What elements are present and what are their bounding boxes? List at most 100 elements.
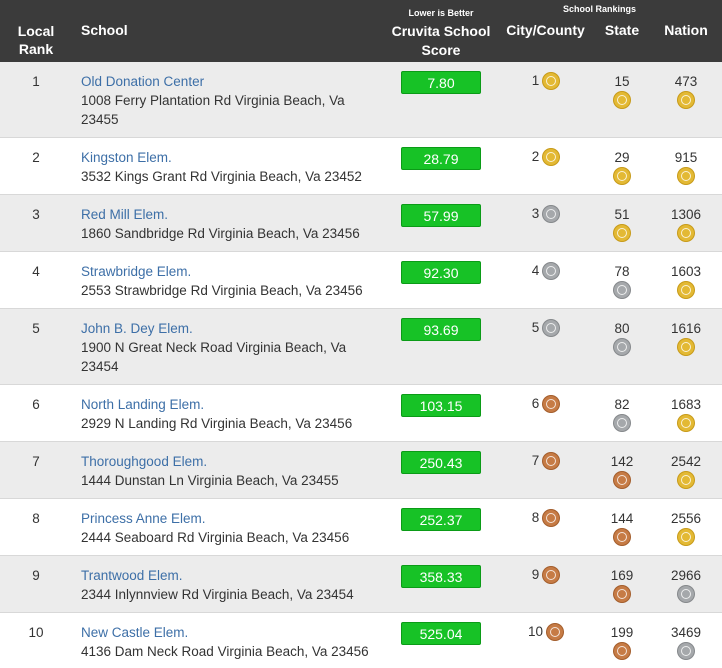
header-school: School [81, 22, 128, 38]
school-name-link[interactable]: North Landing Elem. [81, 395, 385, 414]
school-cell: Old Donation Center 1008 Ferry Plantation… [72, 62, 385, 138]
nation-rank: 2542 [670, 454, 702, 469]
local-rank: 9 [32, 568, 40, 583]
gold-medal-icon [678, 529, 694, 546]
nation-rank-cell: 3469 [650, 613, 722, 668]
school-cell: Trantwood Elem. 2344 Inlynnview Rd Virgin… [72, 556, 385, 613]
gold-medal-icon [614, 225, 630, 242]
bronze-medal-icon [614, 529, 630, 546]
table-row: 7 Thoroughgood Elem. 1444 Dunstan Ln Virgi… [0, 441, 722, 499]
header-city-county-label: City/County [506, 22, 585, 38]
local-rank: 7 [32, 454, 40, 469]
silver-medal-icon [543, 320, 560, 337]
city-rank: 9 [531, 567, 540, 582]
local-rank: 5 [32, 321, 40, 336]
score-badge: 57.99 [401, 204, 481, 227]
bronze-medal-icon [543, 453, 560, 470]
state-rank: 199 [610, 625, 634, 640]
nation-rank: 473 [674, 74, 698, 89]
bronze-medal-icon [543, 510, 560, 527]
school-name-link[interactable]: Red Mill Elem. [81, 205, 385, 224]
state-rank-cell: 78 [594, 252, 650, 309]
school-rankings-table: Local Rank School Lower is Better Cruvit… [0, 0, 722, 668]
nation-rank-cell: 915 [650, 138, 722, 195]
silver-medal-icon [678, 643, 694, 660]
header-city-county: School Rankings City/County [497, 0, 636, 62]
state-rank-cell: 142 [594, 442, 650, 499]
school-address: 3532 Kings Grant Rd Virginia Beach, Va 2… [81, 169, 362, 184]
city-rank-cell: 1 [497, 62, 594, 138]
school-address: 1008 Ferry Plantation Rd Virginia Beach,… [81, 93, 345, 127]
header-nation: Nation [664, 22, 708, 38]
school-name-link[interactable]: Princess Anne Elem. [81, 509, 385, 528]
local-rank: 1 [32, 74, 40, 89]
state-rank-cell: 80 [594, 309, 650, 385]
school-cell: Thoroughgood Elem. 1444 Dunstan Ln Virgin… [72, 442, 385, 499]
bronze-medal-icon [543, 396, 560, 413]
state-rank-cell: 144 [594, 499, 650, 556]
city-rank-cell: 6 [497, 385, 594, 442]
city-rank-cell: 7 [497, 442, 594, 499]
school-cell: Red Mill Elem. 1860 Sandbridge Rd Virgini… [72, 195, 385, 252]
city-rank: 1 [531, 73, 540, 88]
school-name-link[interactable]: John B. Dey Elem. [81, 319, 385, 338]
gold-medal-icon [678, 282, 694, 299]
local-rank: 2 [32, 150, 40, 165]
school-name-link[interactable]: Kingston Elem. [81, 148, 385, 167]
bronze-medal-icon [614, 643, 630, 660]
school-cell: Kingston Elem. 3532 Kings Grant Rd Virgin… [72, 138, 385, 195]
table-header: Local Rank School Lower is Better Cruvit… [0, 0, 722, 62]
school-address: 2444 Seaboard Rd Virginia Beach, Va 2345… [81, 530, 350, 545]
bronze-medal-icon [614, 586, 630, 603]
nation-rank: 1616 [670, 321, 702, 336]
nation-rank: 1306 [670, 207, 702, 222]
state-rank: 80 [614, 321, 630, 336]
bronze-medal-icon [547, 624, 564, 641]
score-badge: 250.43 [401, 451, 481, 474]
school-cell: John B. Dey Elem. 1900 N Great Neck Road … [72, 309, 385, 385]
nation-rank: 3469 [670, 625, 702, 640]
nation-rank: 1683 [670, 397, 702, 412]
score-badge: 93.69 [401, 318, 481, 341]
school-cell: North Landing Elem. 2929 N Landing Rd Vir… [72, 385, 385, 442]
school-cell: Strawbridge Elem. 2553 Strawbridge Rd Vir… [72, 252, 385, 309]
header-state: State [604, 22, 640, 38]
gold-medal-icon [678, 92, 694, 109]
state-rank-cell: 51 [594, 195, 650, 252]
silver-medal-icon [614, 339, 630, 356]
table-body: 1 Old Donation Center 1008 Ferry Plantatio… [0, 62, 722, 668]
score-cell: 525.04 [385, 613, 497, 668]
school-name-link[interactable]: New Castle Elem. [81, 623, 385, 642]
gold-medal-icon [678, 168, 694, 185]
gold-medal-icon [543, 73, 560, 90]
school-name-link[interactable]: Trantwood Elem. [81, 566, 385, 585]
nation-rank-cell: 2556 [650, 499, 722, 556]
city-rank-cell: 3 [497, 195, 594, 252]
city-rank: 3 [531, 206, 540, 221]
local-rank: 6 [32, 397, 40, 412]
silver-medal-icon [678, 586, 694, 603]
gold-medal-icon [678, 339, 694, 356]
silver-medal-icon [614, 415, 630, 432]
school-name-link[interactable]: Old Donation Center [81, 72, 385, 91]
table-row: 9 Trantwood Elem. 2344 Inlynnview Rd Virgi… [0, 555, 722, 613]
state-rank: 15 [614, 74, 630, 89]
state-rank-cell: 29 [594, 138, 650, 195]
school-address: 1900 N Great Neck Road Virginia Beach, V… [81, 340, 347, 374]
nation-rank-cell: 473 [650, 62, 722, 138]
table-row: 3 Red Mill Elem. 1860 Sandbridge Rd Virgin… [0, 194, 722, 252]
state-rank-cell: 199 [594, 613, 650, 668]
state-rank: 144 [610, 511, 634, 526]
school-name-link[interactable]: Strawbridge Elem. [81, 262, 385, 281]
school-cell: New Castle Elem. 4136 Dam Neck Road Virgi… [72, 613, 385, 668]
city-rank: 8 [531, 510, 540, 525]
state-rank-cell: 15 [594, 62, 650, 138]
school-name-link[interactable]: Thoroughgood Elem. [81, 452, 385, 471]
city-rank-cell: 4 [497, 252, 594, 309]
score-cell: 250.43 [385, 442, 497, 499]
nation-rank: 1603 [670, 264, 702, 279]
score-badge: 92.30 [401, 261, 481, 284]
score-cell: 93.69 [385, 309, 497, 385]
city-rank: 4 [531, 263, 540, 278]
local-rank: 3 [32, 207, 40, 222]
